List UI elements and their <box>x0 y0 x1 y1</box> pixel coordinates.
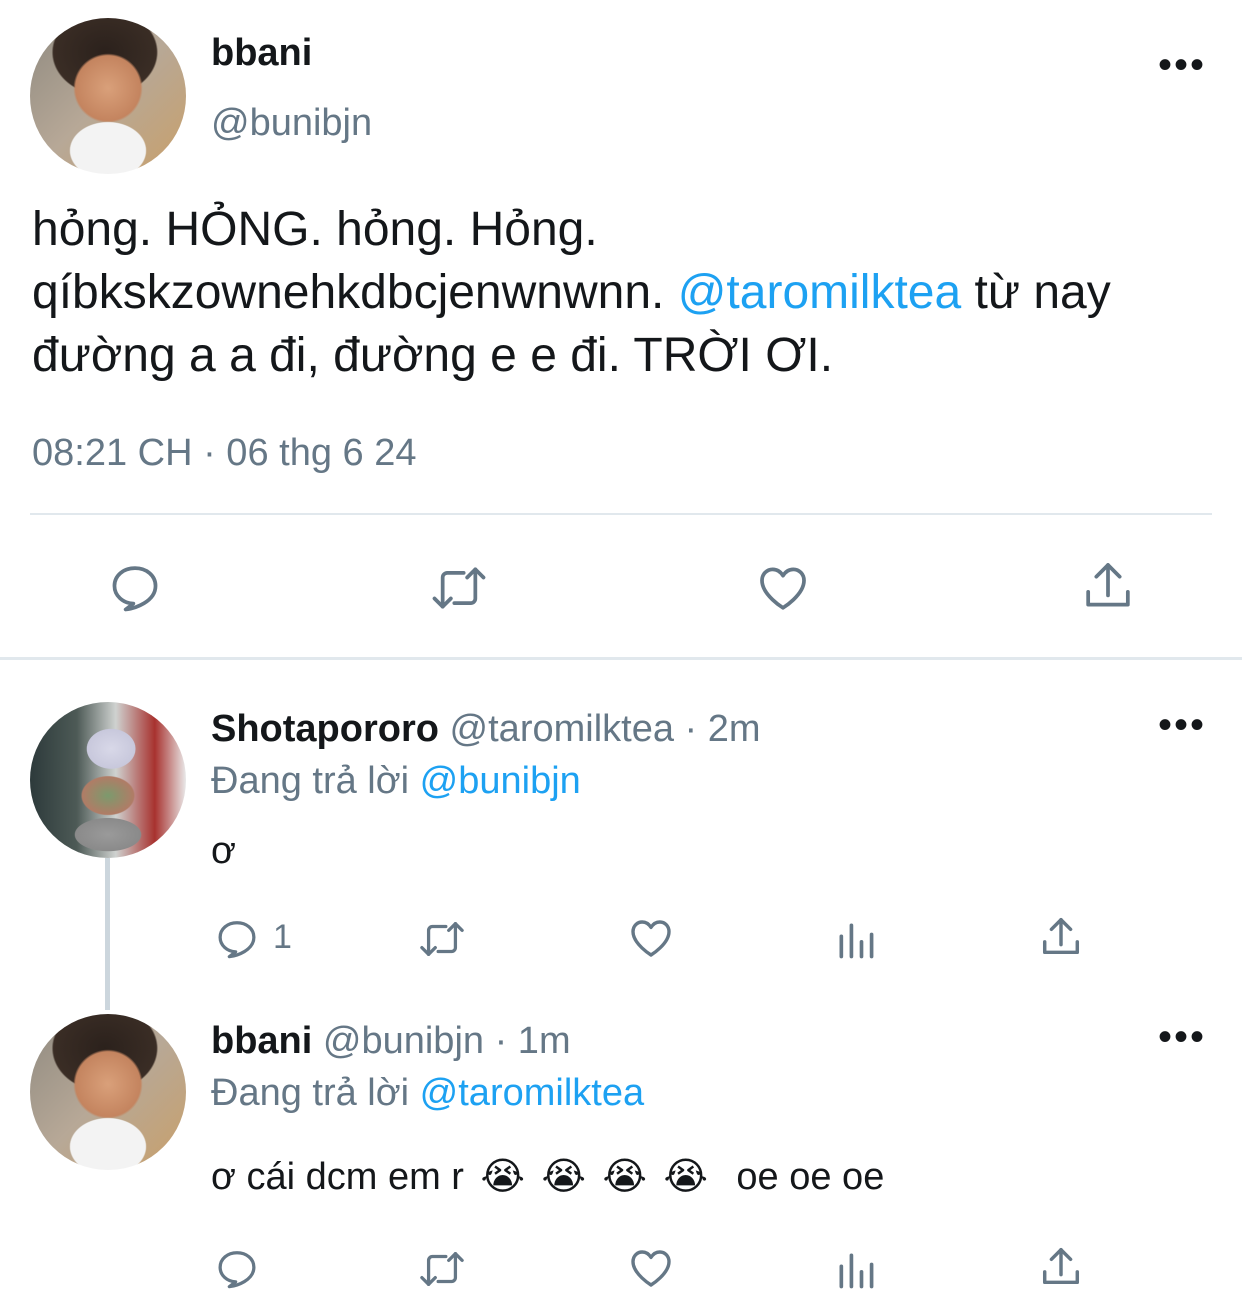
reply2-text-main: ơ cái dcm em r <box>211 1156 464 1198</box>
main-tweet-text-before: hỏng. HỎNG. hỏng. Hỏng. qíbkskzownehkdbc… <box>32 203 678 319</box>
main-tweet-timestamp[interactable]: 08:21 CH · 06 thg 6 24 <box>32 432 416 475</box>
reply1-time[interactable]: · 2m <box>685 708 761 750</box>
reply1-replying-to: Đang trả lời @bunibjn <box>211 760 581 803</box>
reply1-handle[interactable]: @taromilktea <box>450 708 674 750</box>
reply1-display-name[interactable]: Shotapororo <box>211 708 439 750</box>
crying-emoji: 😭 <box>541 1156 586 1198</box>
section-divider <box>0 657 1242 660</box>
reply1-replying-mention[interactable]: @bunibjn <box>420 760 581 802</box>
share-icon[interactable] <box>1080 558 1136 614</box>
reply2-like-icon[interactable] <box>626 1244 676 1292</box>
reply1-more-options-icon[interactable]: ••• <box>1158 705 1206 745</box>
crying-emoji: 😭 <box>602 1156 647 1198</box>
main-tweet-mention[interactable]: @taromilktea <box>678 266 961 319</box>
divider <box>30 513 1212 515</box>
crying-emoji: 😭 <box>663 1156 708 1198</box>
retweet-icon[interactable] <box>425 560 493 616</box>
thread-line <box>105 858 110 1010</box>
reply1-share-icon[interactable] <box>1038 914 1084 960</box>
reply1-reply-count: 1 <box>273 918 292 956</box>
reply1-avatar[interactable] <box>30 702 186 858</box>
reply1-analytics-icon[interactable] <box>834 918 878 962</box>
more-options-icon[interactable]: ••• <box>1158 45 1206 85</box>
crying-emoji: 😭 <box>480 1156 525 1198</box>
reply1-text: ơ <box>211 830 236 872</box>
reply2-time[interactable]: · 1m <box>495 1020 571 1062</box>
reply2-text-tail: oe oe oe <box>736 1156 885 1198</box>
reply1-reply-icon[interactable] <box>213 916 261 962</box>
reply-icon[interactable] <box>106 560 164 616</box>
like-icon[interactable] <box>752 560 814 616</box>
reply2-more-options-icon[interactable]: ••• <box>1158 1017 1206 1057</box>
reply2-replying-to: Đang trả lời @taromilktea <box>211 1072 644 1115</box>
reply2-replying-mention[interactable]: @taromilktea <box>420 1072 644 1114</box>
main-tweet-display-name[interactable]: bbani <box>211 32 312 75</box>
reply2-text: ơ cái dcm em r 😭 😭 😭 😭 oe oe oe <box>211 1154 884 1199</box>
reply2-replying-label: Đang trả lời <box>211 1072 410 1114</box>
reply2-handle[interactable]: @bunibjn <box>323 1020 484 1062</box>
main-tweet-handle[interactable]: @bunibjn <box>211 102 372 145</box>
reply2-reply-icon[interactable] <box>213 1246 261 1292</box>
reply2-avatar[interactable] <box>30 1014 186 1170</box>
reply2-display-name[interactable]: bbani <box>211 1020 312 1062</box>
reply1-like-icon[interactable] <box>626 914 676 962</box>
reply2-share-icon[interactable] <box>1038 1244 1084 1290</box>
reply2-analytics-icon[interactable] <box>834 1248 878 1292</box>
reply1-retweet-icon[interactable] <box>414 916 470 962</box>
main-tweet-text: hỏng. HỎNG. hỏng. Hỏng. qíbkskzownehkdbc… <box>32 198 1217 387</box>
reply1-replying-label: Đang trả lời <box>211 760 410 802</box>
reply1-header: Shotapororo @taromilktea · 2m <box>211 708 761 751</box>
main-tweet-avatar[interactable] <box>30 18 186 174</box>
reply2-retweet-icon[interactable] <box>414 1246 470 1292</box>
reply2-header: bbani @bunibjn · 1m <box>211 1020 571 1063</box>
